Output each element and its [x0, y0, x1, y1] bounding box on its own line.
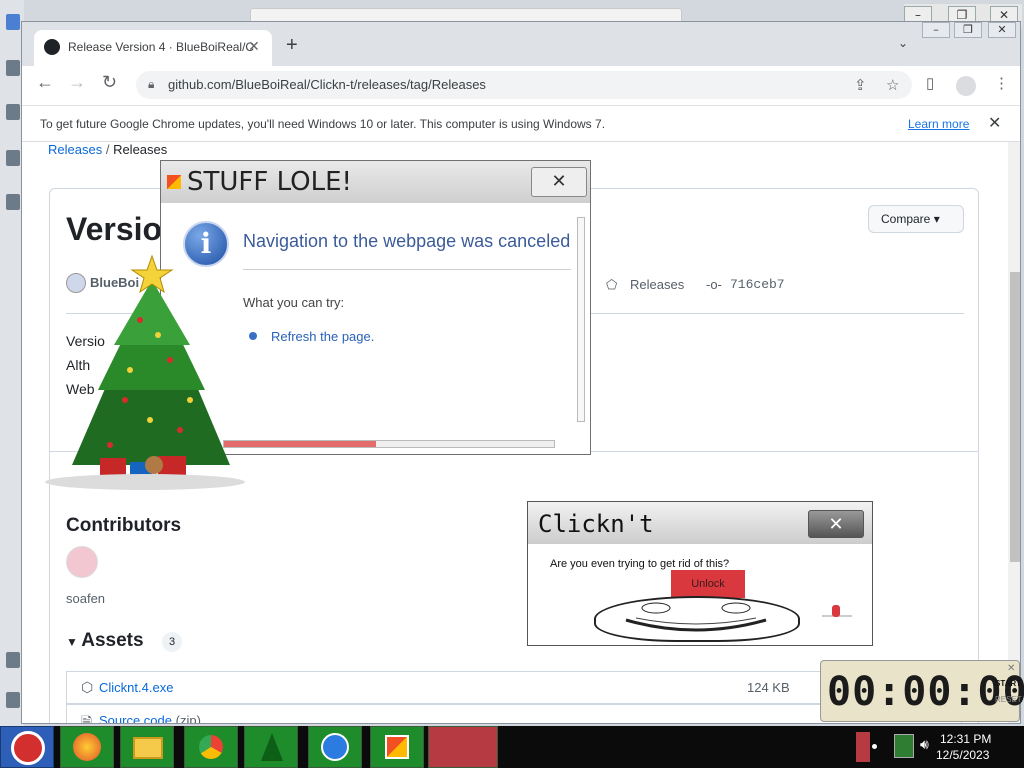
- close-icon[interactable]: ✕: [808, 510, 864, 538]
- back-icon[interactable]: ←: [36, 72, 54, 93]
- close-icon[interactable]: ✕: [988, 113, 1001, 133]
- file-zip-icon: 🗎︎: [81, 714, 93, 724]
- side-panel-icon[interactable]: ▯: [926, 74, 934, 92]
- breadcrumb-releases-link[interactable]: Releases: [48, 142, 102, 157]
- assets-heading: Assets: [81, 630, 144, 651]
- window-controls: – ❐ ✕: [922, 22, 1020, 40]
- desktop-icon-3[interactable]: [6, 150, 20, 166]
- close-icon[interactable]: ✕: [988, 22, 1016, 38]
- explorer-folder-icon[interactable]: [120, 726, 174, 768]
- plus-icon[interactable]: +: [286, 34, 298, 57]
- divider: [243, 269, 571, 270]
- compare-button[interactable]: Compare ▾: [868, 205, 964, 233]
- tab-release[interactable]: Release Version 4 · BlueBoiReal/C ✕: [34, 30, 272, 66]
- tab-strip: Release Version 4 · BlueBoiReal/C ✕ + ⌄ …: [22, 22, 1020, 66]
- tag-icon: ⬠: [606, 277, 618, 292]
- menu-icon[interactable]: ⋮: [994, 74, 1009, 92]
- share-icon[interactable]: ⇪: [854, 76, 867, 94]
- breadcrumb-current: Releases: [113, 142, 168, 157]
- browser-toolbar: ← → ↻ 🔒︎ github.com/BlueBoiReal/Clickn-t…: [22, 66, 1020, 106]
- github-icon: [44, 39, 60, 55]
- windows-flag-icon: [167, 175, 181, 189]
- asset-link[interactable]: Clicknt.4.exe: [99, 680, 173, 695]
- volume-slider[interactable]: [822, 605, 852, 619]
- assets-toggle[interactable]: ▼ Assets: [66, 630, 144, 652]
- dialog-titlebar[interactable]: STUFF LOLE! ✕: [161, 161, 590, 203]
- chat-app-icon[interactable]: [308, 726, 362, 768]
- close-icon[interactable]: ✕: [1007, 663, 1015, 674]
- desktop-icon-6[interactable]: [6, 692, 20, 708]
- desktop-mail-icon[interactable]: [6, 14, 20, 30]
- timer-display: 00:00:00: [827, 669, 1024, 715]
- dialog-heading: Navigation to the webpage was canceled: [243, 231, 571, 251]
- caret-down-icon: ▾: [933, 212, 940, 226]
- commit-link[interactable]: 716ceb7: [730, 277, 785, 292]
- triangle-down-icon: ▼: [66, 635, 82, 649]
- forward-icon[interactable]: →: [68, 72, 86, 93]
- contributor-name[interactable]: soafen: [66, 591, 105, 606]
- asset-size: 124 KB: [747, 680, 790, 695]
- clicknt-window: Clickn't ✕ Are you even trying to get ri…: [527, 501, 873, 646]
- clicknt-taskbar-button[interactable]: [428, 726, 498, 768]
- dialog-scrollbar[interactable]: [577, 217, 585, 422]
- clock-time[interactable]: 12:31 PM: [940, 732, 991, 746]
- contributors-heading: Contributors: [66, 515, 182, 536]
- tray-flag-icon[interactable]: [856, 732, 870, 762]
- tab-title: Release Version 4 · BlueBoiReal/C: [68, 40, 255, 54]
- christmas-tree-image[interactable]: [30, 250, 260, 495]
- trollface-image: [594, 596, 800, 642]
- clicknt-titlebar[interactable]: Clickn't ✕: [528, 502, 872, 544]
- address-bar[interactable]: 🔒︎ github.com/BlueBoiReal/Clickn-t/relea…: [136, 71, 912, 99]
- taskbar: 🔊︎ 12:31 PM 12/5/2023: [0, 726, 1024, 768]
- desktop-icon-2[interactable]: [6, 104, 20, 120]
- start-button-santa-icon[interactable]: [0, 726, 54, 768]
- progress-bar: [223, 440, 555, 448]
- firefox-icon[interactable]: [60, 726, 114, 768]
- volume-icon[interactable]: 🔊︎: [920, 736, 929, 753]
- chevron-down-icon[interactable]: ⌄: [898, 36, 908, 50]
- tag-link[interactable]: Releases: [630, 277, 684, 292]
- unlock-button[interactable]: Unlock: [671, 570, 745, 598]
- timer-start-button[interactable]: START: [995, 679, 1021, 688]
- infobar-text: To get future Google Chrome updates, you…: [40, 117, 606, 131]
- desktop-icon-4[interactable]: [6, 194, 20, 210]
- clock-date[interactable]: 12/5/2023: [936, 748, 989, 762]
- tab-close-icon[interactable]: ✕: [248, 38, 260, 55]
- close-icon[interactable]: ✕: [531, 167, 587, 197]
- contributor-avatar[interactable]: [66, 546, 98, 578]
- update-infobar: To get future Google Chrome updates, you…: [22, 106, 1020, 142]
- assets-count-badge: 3: [162, 632, 182, 652]
- commit-icon: -o-: [706, 277, 722, 292]
- star-icon[interactable]: ☆: [886, 76, 899, 94]
- dialog-title: STUFF LOLE!: [187, 167, 352, 197]
- lock-icon[interactable]: 🔒︎: [148, 77, 154, 92]
- asset-name: Source code: [99, 713, 172, 724]
- refresh-link[interactable]: Refresh the page.: [271, 329, 374, 344]
- timer-reset-button[interactable]: RESET: [995, 695, 1022, 704]
- desktop-icon-1[interactable]: [6, 60, 20, 76]
- restore-icon[interactable]: ❐: [954, 22, 982, 38]
- learn-more-link[interactable]: Learn more: [908, 117, 969, 131]
- dialog-app-icon[interactable]: [370, 726, 424, 768]
- asset-link[interactable]: Source code (zip): [99, 713, 201, 724]
- page-scrollbar[interactable]: [1008, 142, 1020, 723]
- timer-widget: 00:00:00 START RESET ✕: [820, 660, 1024, 722]
- clicknt-title: Clickn't: [538, 510, 654, 538]
- profile-icon[interactable]: [956, 76, 976, 96]
- network-icon[interactable]: [894, 734, 914, 758]
- scrollbar-thumb[interactable]: [1010, 272, 1020, 562]
- minimize-icon[interactable]: –: [922, 22, 950, 38]
- tray-dot-icon: [872, 744, 877, 749]
- desktop-icon-5[interactable]: [6, 652, 20, 668]
- breadcrumb: Releases / Releases: [48, 142, 168, 157]
- compare-label: Compare: [881, 212, 931, 226]
- chrome-icon[interactable]: [184, 726, 238, 768]
- package-icon: ⬡: [81, 679, 94, 695]
- tree-app-icon[interactable]: [244, 726, 298, 768]
- asset-suffix: (zip): [175, 713, 201, 724]
- clicknt-question: Are you even trying to get rid of this?: [550, 558, 730, 570]
- reload-icon[interactable]: ↻: [102, 72, 117, 93]
- url-text[interactable]: github.com/BlueBoiReal/Clickn-t/releases…: [168, 77, 486, 92]
